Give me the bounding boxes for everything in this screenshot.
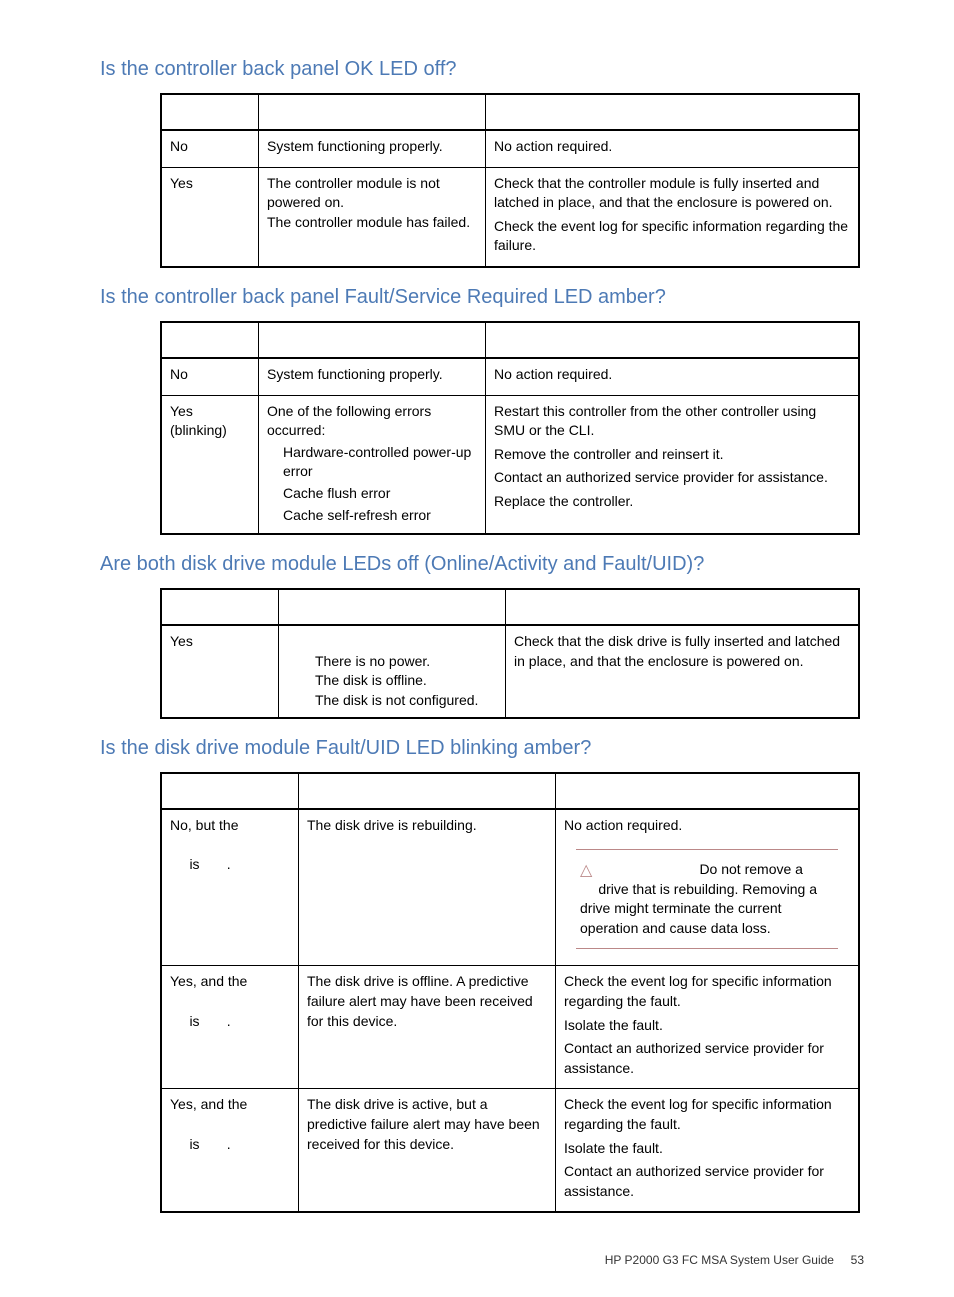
section-heading: Is the controller back panel OK LED off? — [100, 58, 864, 81]
table-row: Yes There is no power.The disk is offlin… — [161, 625, 859, 717]
table-header-cell — [161, 94, 259, 130]
caution-box: △ Do not remove a drive that is rebuildi… — [576, 849, 838, 949]
table-header-cell — [486, 94, 860, 130]
answer-cell: Yes — [161, 167, 259, 267]
table-header-cell — [506, 589, 860, 625]
footer-page-number: 53 — [851, 1253, 864, 1267]
footer-doc-title: HP P2000 G3 FC MSA System User Guide — [605, 1253, 834, 1267]
table-row: NoSystem functioning properly.No action … — [161, 130, 859, 167]
troubleshooting-table: No, but the is .The disk drive is rebuil… — [160, 772, 860, 1214]
table-header-cell — [161, 322, 259, 358]
answer-cell: Yes (blinking) — [161, 395, 259, 534]
action-cell: No action required. — [486, 130, 860, 167]
answer-cell: Yes, and the is . — [161, 966, 299, 1089]
table-header-cell — [259, 94, 486, 130]
table-row: Yes, and the is .The disk drive is offli… — [161, 966, 859, 1089]
meaning-cell: The disk drive is rebuilding. — [299, 809, 556, 966]
answer-cell: No, but the is . — [161, 809, 299, 966]
troubleshooting-table: Yes There is no power.The disk is offlin… — [160, 588, 860, 718]
answer-cell: No — [161, 358, 259, 395]
section-heading: Is the disk drive module Fault/UID LED b… — [100, 737, 864, 760]
table-header-cell — [161, 773, 299, 809]
troubleshooting-table: NoSystem functioning properly.No action … — [160, 93, 860, 268]
table-row: Yes (blinking)One of the following error… — [161, 395, 859, 534]
table-header-cell — [486, 322, 860, 358]
caution-icon: △ — [580, 860, 592, 882]
caution-text: Do not remove a drive that is rebuilding… — [580, 861, 817, 936]
action-cell: Check the event log for specific informa… — [556, 1089, 860, 1212]
action-cell: No action required. — [486, 358, 860, 395]
table-row: NoSystem functioning properly.No action … — [161, 358, 859, 395]
action-cell: No action required.△ Do not remove a dri… — [556, 809, 860, 966]
meaning-cell: System functioning properly. — [259, 130, 486, 167]
answer-cell: Yes — [161, 625, 279, 717]
table-header-cell — [161, 589, 279, 625]
table-header-cell — [299, 773, 556, 809]
section-heading: Is the controller back panel Fault/Servi… — [100, 286, 864, 309]
meaning-sublist: Hardware-controlled power-up errorCache … — [283, 443, 477, 525]
meaning-cell: The disk drive is offline. A predictive … — [299, 966, 556, 1089]
section-heading: Are both disk drive module LEDs off (Onl… — [100, 553, 864, 576]
table-header-cell — [279, 589, 506, 625]
table-row: No, but the is .The disk drive is rebuil… — [161, 809, 859, 966]
page-footer: HP P2000 G3 FC MSA System User Guide 53 — [100, 1253, 864, 1267]
meaning-cell: System functioning properly. — [259, 358, 486, 395]
action-cell: Restart this controller from the other c… — [486, 395, 860, 534]
action-cell: Check the event log for specific informa… — [556, 966, 860, 1089]
meaning-cell: There is no power.The disk is offline.Th… — [279, 625, 506, 717]
action-cell: Check that the disk drive is fully inser… — [506, 625, 860, 717]
action-cell: Check that the controller module is full… — [486, 167, 860, 267]
table-row: Yes, and the is .The disk drive is activ… — [161, 1089, 859, 1212]
meaning-cell: One of the following errors occurred:Har… — [259, 395, 486, 534]
answer-cell: No — [161, 130, 259, 167]
table-header-cell — [556, 773, 860, 809]
table-header-cell — [259, 322, 486, 358]
answer-cell: Yes, and the is . — [161, 1089, 299, 1212]
meaning-cell: The disk drive is active, but a predicti… — [299, 1089, 556, 1212]
meaning-cell: The controller module is not powered on.… — [259, 167, 486, 267]
table-row: YesThe controller module is not powered … — [161, 167, 859, 267]
troubleshooting-table: NoSystem functioning properly.No action … — [160, 321, 860, 535]
